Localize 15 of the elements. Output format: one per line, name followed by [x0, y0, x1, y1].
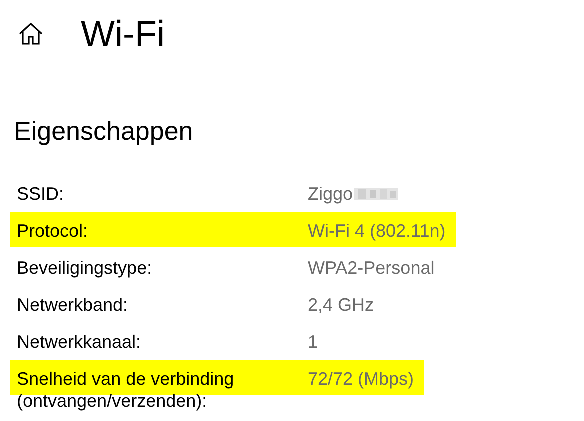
section-heading: Eigenschappen: [14, 116, 194, 146]
property-label: Netwerkband:: [17, 294, 130, 316]
page-title: Wi-Fi: [81, 14, 165, 54]
property-value: WPA2-Personal: [308, 257, 435, 279]
home-icon[interactable]: [18, 22, 44, 46]
property-label: Beveiligingstype:: [17, 257, 154, 279]
property-label: Netwerkkanaal:: [17, 331, 142, 353]
property-label: SSID:: [17, 183, 66, 205]
property-label: Protocol:: [17, 220, 90, 242]
property-value: Ziggo: [308, 183, 354, 205]
property-value: 1: [308, 331, 318, 353]
property-value: Wi-Fi 4 (802.11n): [308, 220, 446, 242]
property-label: Snelheid van de verbinding (ontvangen/verzenden):: [17, 368, 236, 412]
property-value: 72/72 (Mbps): [308, 368, 414, 390]
property-value: 2,4 GHz: [308, 294, 374, 316]
